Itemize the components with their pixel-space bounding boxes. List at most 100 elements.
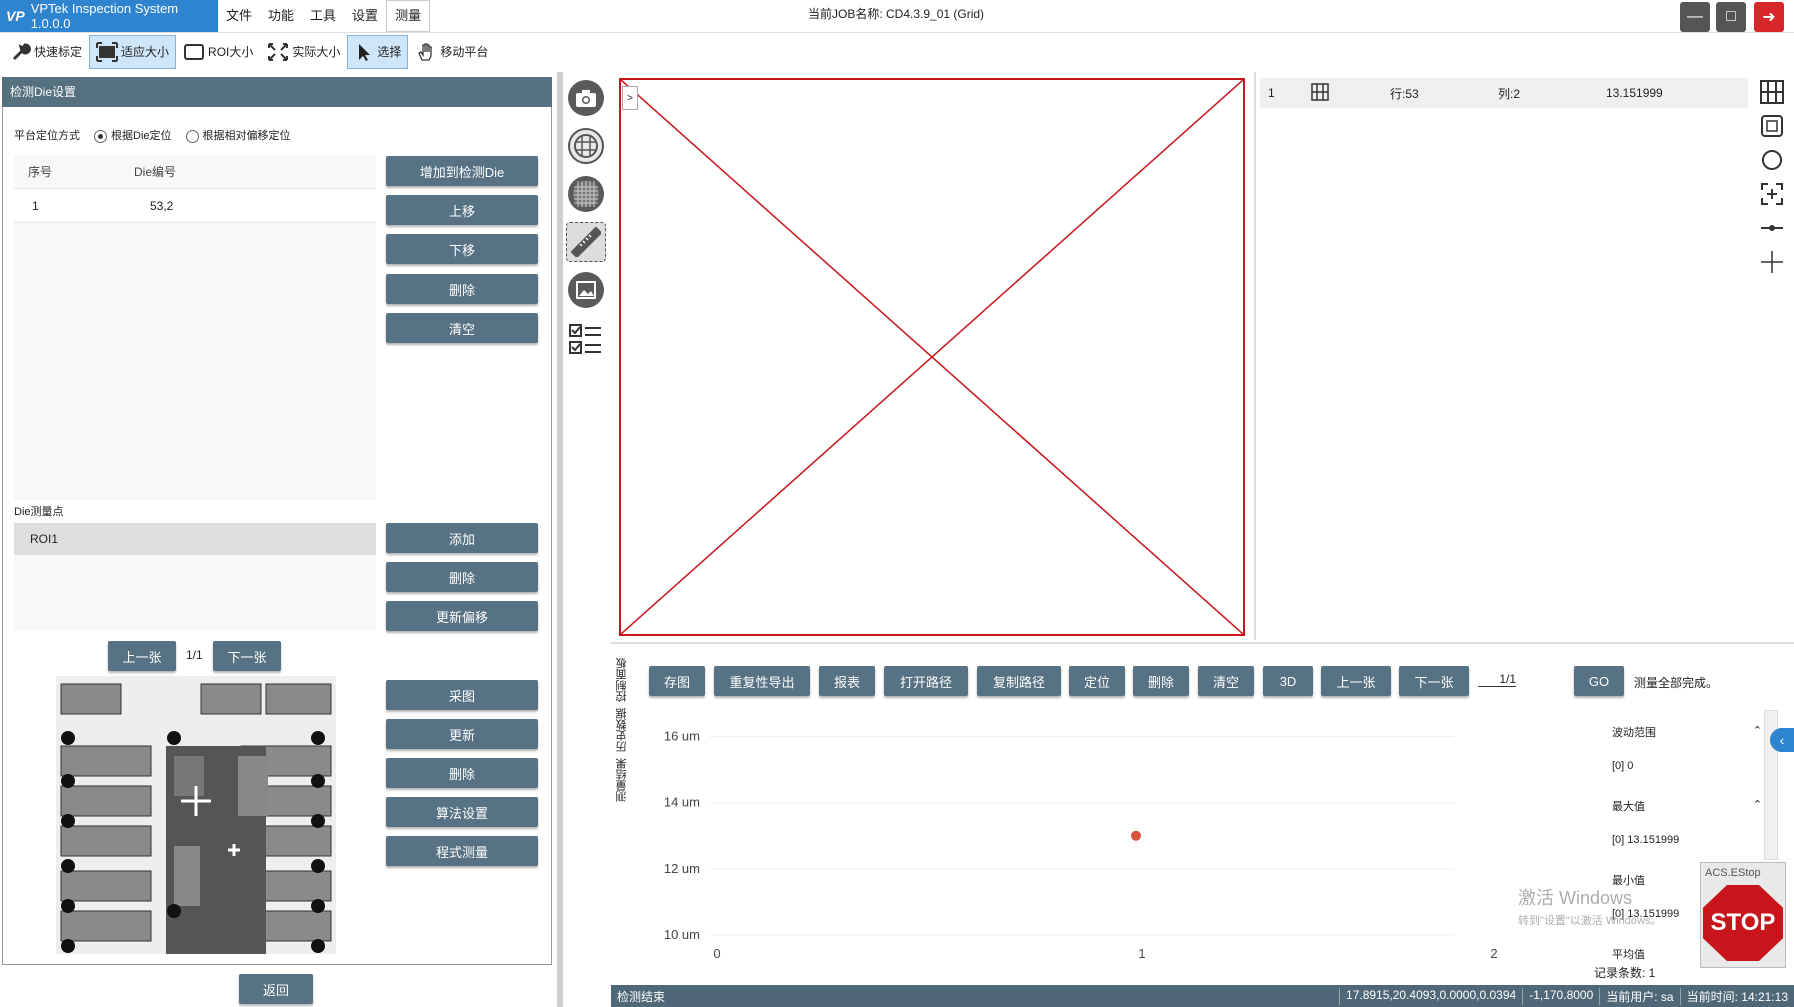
toolbar-label: 选择 — [377, 45, 402, 59]
go-button[interactable]: GO — [1574, 666, 1624, 696]
list-item[interactable]: ROI1 — [14, 523, 376, 555]
menu-file[interactable]: 文件 — [218, 0, 260, 32]
image-view-button[interactable] — [568, 272, 604, 308]
open-path-button[interactable]: 打开路径 — [884, 666, 968, 696]
checklist-button[interactable] — [568, 322, 604, 358]
crosshair-tool-button[interactable] — [1758, 248, 1786, 276]
report-button[interactable]: 报表 — [819, 666, 875, 696]
wafer-map-button[interactable] — [568, 176, 604, 212]
copy-path-button[interactable]: 复制路径 — [977, 666, 1061, 696]
grid-locate-button[interactable] — [568, 128, 604, 164]
current-time: 当前时间: 14:21:13 — [1679, 987, 1794, 1005]
range-value: [0] 0 — [1612, 760, 1634, 772]
grid-target-icon — [574, 134, 598, 158]
table-row[interactable]: 1 53,2 — [14, 189, 376, 223]
focus-plus-icon — [1761, 183, 1783, 205]
range-header[interactable]: 波动范围 ⌃ — [1612, 724, 1762, 740]
roi-size-button[interactable]: ROI大小 — [176, 35, 260, 69]
minimize-button[interactable]: — — [1680, 2, 1710, 32]
menu-measure[interactable]: 测量 — [386, 0, 431, 32]
add-to-die-button[interactable]: 增加到检测Die — [386, 156, 538, 186]
bottom-divider — [611, 642, 1794, 644]
quick-calibrate-button[interactable]: 快速标定 — [4, 35, 89, 69]
rectangle-tool-button[interactable] — [1758, 112, 1786, 140]
tab-history[interactable]: 历史数据 — [614, 708, 632, 752]
max-label: 最大值 — [1612, 801, 1645, 813]
back-button[interactable]: 返回 — [239, 974, 313, 1004]
program-measure-button[interactable]: 程式测量 — [386, 836, 538, 866]
table-header: 序号 Die编号 — [14, 155, 376, 189]
splitter[interactable] — [557, 72, 563, 1007]
delete-point-button[interactable]: 删除 — [386, 562, 538, 592]
avg-label: 平均值 — [1612, 949, 1645, 961]
exit-button[interactable]: ➜ — [1754, 2, 1784, 32]
actual-size-button[interactable]: 实际大小 — [260, 35, 347, 69]
radio-label: 根据Die定位 — [111, 130, 172, 142]
measure-tool-button[interactable] — [566, 222, 606, 262]
3d-button[interactable]: 3D — [1263, 666, 1313, 696]
menu-bar: 文件 功能 工具 设置 测量 — [218, 0, 431, 32]
clear-die-button[interactable]: 清空 — [386, 313, 538, 343]
measurement-chart[interactable]: 16 um 14 um 12 um 10 um 0 1 2 — [640, 720, 1580, 960]
estop-widget[interactable]: ACS.EStop STOP — [1700, 862, 1786, 968]
image-viewer[interactable] — [619, 78, 1245, 636]
move-up-button[interactable]: 上移 — [386, 195, 538, 225]
prev-image-button[interactable]: 上一张 — [108, 641, 176, 671]
update-offset-button[interactable]: 更新偏移 — [386, 601, 538, 631]
radio-offset-position[interactable]: 根据相对偏移定位 — [185, 127, 291, 143]
record-count: 记录条数: 1 — [1594, 966, 1656, 980]
ruler-icon — [571, 227, 601, 257]
y-tick-label: 16 um — [664, 729, 700, 744]
menu-tools[interactable]: 工具 — [302, 0, 344, 32]
y-tick-label: 12 um — [664, 861, 700, 876]
save-image-button[interactable]: 存图 — [649, 666, 705, 696]
prev-button[interactable]: 上一张 — [1321, 666, 1391, 696]
select-button[interactable]: 选择 — [347, 34, 409, 69]
result-row[interactable]: 1 行:53 列:2 13.151999 — [1260, 78, 1748, 108]
locate-button[interactable]: 定位 — [1069, 666, 1125, 696]
add-point-button[interactable]: 添加 — [386, 523, 538, 553]
toolbar-label: 快速标定 — [34, 45, 83, 59]
move-down-button[interactable]: 下移 — [386, 234, 538, 264]
windows-watermark: 激活 Windows 转到"设置"以激活 Windows。 — [1518, 884, 1662, 928]
tab-control-panel[interactable]: 控制面板 — [614, 658, 632, 702]
circle-tool-button[interactable] — [1758, 146, 1786, 174]
tab-measure-result[interactable]: 测量结果 — [614, 758, 632, 802]
stop-button[interactable]: STOP — [1703, 885, 1783, 961]
radio-indicator — [185, 129, 199, 143]
radio-indicator — [94, 129, 107, 143]
maximize-button[interactable]: □ — [1716, 2, 1746, 32]
algorithm-settings-button[interactable]: 算法设置 — [386, 797, 538, 827]
result-col-num: 列:2 — [1498, 86, 1521, 101]
capture-button[interactable]: 采图 — [386, 680, 538, 710]
points-list: ROI1 — [14, 523, 376, 631]
repeat-export-button[interactable]: 重复性导出 — [714, 666, 810, 696]
line-tool-button[interactable] — [1758, 214, 1786, 242]
stage-coords: 17.8915,20.4093,0.0000,0.0394 — [1339, 987, 1522, 1005]
update-button[interactable]: 更新 — [386, 719, 538, 749]
points-label: Die测量点 — [14, 506, 64, 518]
move-stage-button[interactable]: 移动平台 — [408, 35, 495, 69]
delete-button[interactable]: 删除 — [1133, 666, 1189, 696]
data-point[interactable] — [1131, 830, 1141, 841]
graph-page: 1/1 — [1478, 672, 1516, 687]
collapse-panel-button[interactable]: ‹ — [1770, 728, 1794, 752]
radio-die-position[interactable]: 根据Die定位 — [94, 127, 172, 143]
center-tool-button[interactable] — [1758, 180, 1786, 208]
fit-size-button[interactable]: 适应大小 — [89, 34, 177, 69]
clear-button[interactable]: 清空 — [1198, 666, 1254, 696]
checklist-icon — [569, 324, 601, 354]
delete-image-button[interactable]: 删除 — [386, 758, 538, 788]
result-index: 1 — [1268, 86, 1275, 100]
menu-settings[interactable]: 设置 — [344, 0, 386, 32]
camera-button[interactable] — [568, 80, 604, 116]
expand-panel-toggle[interactable]: > — [622, 86, 638, 110]
max-header[interactable]: 最大值 ⌃ — [1612, 798, 1762, 814]
next-button[interactable]: 下一张 — [1399, 666, 1469, 696]
menu-function[interactable]: 功能 — [260, 0, 302, 32]
die-thumbnail[interactable] — [56, 676, 336, 954]
delete-die-button[interactable]: 删除 — [386, 274, 538, 304]
grid-view-button[interactable] — [1758, 78, 1786, 106]
picture-icon — [576, 281, 596, 299]
next-image-button[interactable]: 下一张 — [213, 641, 281, 671]
